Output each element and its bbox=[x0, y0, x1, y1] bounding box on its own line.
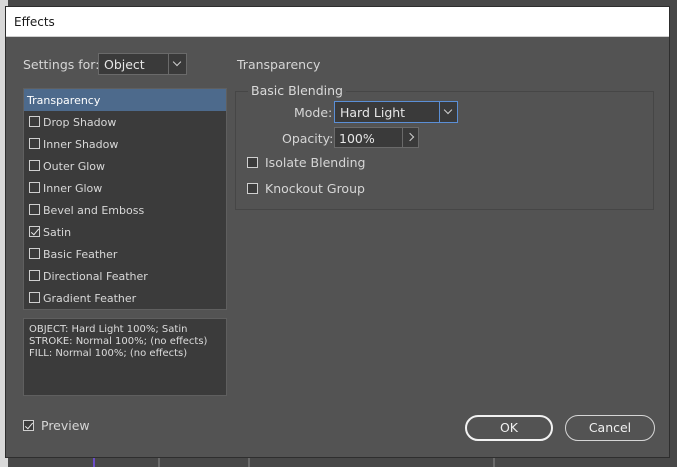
list-item-transparency[interactable]: Transparency bbox=[24, 89, 226, 111]
mode-select[interactable]: Hard Light bbox=[334, 101, 458, 123]
list-item-outer-glow[interactable]: Outer Glow bbox=[24, 155, 226, 177]
effects-summary: OBJECT: Hard Light 100%; Satin STROKE: N… bbox=[23, 318, 227, 396]
effects-dialog: Effects Settings for: Object Transparenc… bbox=[5, 6, 670, 458]
ok-button[interactable]: OK bbox=[465, 415, 553, 441]
list-item-label: Inner Glow bbox=[43, 182, 103, 195]
satin-checkbox[interactable] bbox=[29, 226, 40, 237]
title-bar[interactable]: Effects bbox=[6, 7, 669, 37]
isolate-blending-checkbox[interactable] bbox=[247, 157, 258, 168]
list-item-label: Satin bbox=[43, 226, 72, 239]
opacity-slider-button[interactable] bbox=[402, 127, 419, 148]
list-item-directional-feather[interactable]: Directional Feather bbox=[24, 265, 226, 287]
group-title: Basic Blending bbox=[248, 83, 346, 98]
inner-glow-checkbox[interactable] bbox=[29, 182, 40, 193]
list-item-gradient-feather[interactable]: Gradient Feather bbox=[24, 287, 226, 309]
summary-line-stroke: STROKE: Normal 100%; (no effects) bbox=[29, 336, 208, 347]
drop-shadow-checkbox[interactable] bbox=[29, 116, 40, 127]
panel-heading: Transparency bbox=[237, 57, 321, 72]
list-item-satin[interactable]: Satin bbox=[24, 221, 226, 243]
mode-label: Mode: bbox=[294, 105, 333, 120]
chevron-down-icon bbox=[168, 54, 186, 74]
list-item-inner-glow[interactable]: Inner Glow bbox=[24, 177, 226, 199]
bevel-and-emboss-checkbox[interactable] bbox=[29, 204, 40, 215]
knockout-group-label: Knockout Group bbox=[265, 181, 365, 196]
chevron-right-icon bbox=[405, 132, 415, 142]
dialog-title: Effects bbox=[14, 15, 55, 29]
list-item-basic-feather[interactable]: Basic Feather bbox=[24, 243, 226, 265]
cancel-button[interactable]: Cancel bbox=[565, 415, 655, 441]
list-item-label: Drop Shadow bbox=[43, 116, 117, 129]
inner-shadow-checkbox[interactable] bbox=[29, 138, 40, 149]
list-item-inner-shadow[interactable]: Inner Shadow bbox=[24, 133, 226, 155]
preview-checkbox[interactable] bbox=[23, 420, 34, 431]
list-item-bevel-and-emboss[interactable]: Bevel and Emboss bbox=[24, 199, 226, 221]
effects-list: Transparency Drop Shadow Inner Shadow Ou… bbox=[23, 88, 227, 310]
outer-glow-checkbox[interactable] bbox=[29, 160, 40, 171]
isolate-blending-label: Isolate Blending bbox=[265, 155, 366, 170]
settings-for-select[interactable]: Object bbox=[98, 53, 187, 75]
summary-line-object: OBJECT: Hard Light 100%; Satin bbox=[29, 324, 188, 335]
mode-value: Hard Light bbox=[340, 105, 406, 120]
list-item-label: Bevel and Emboss bbox=[43, 204, 145, 217]
list-item-label: Inner Shadow bbox=[43, 138, 119, 151]
gradient-feather-checkbox[interactable] bbox=[29, 292, 40, 303]
opacity-input[interactable]: 100% bbox=[334, 127, 404, 148]
list-item-label: Transparency bbox=[27, 94, 101, 107]
summary-line-fill: FILL: Normal 100%; (no effects) bbox=[29, 348, 188, 359]
settings-for-label: Settings for: bbox=[23, 57, 100, 72]
list-item-label: Gradient Feather bbox=[43, 292, 137, 305]
chevron-down-icon bbox=[439, 102, 457, 122]
knockout-group-checkbox[interactable] bbox=[247, 183, 258, 194]
settings-for-value: Object bbox=[104, 57, 145, 72]
preview-label: Preview bbox=[41, 418, 90, 433]
opacity-label: Opacity: bbox=[282, 131, 334, 146]
directional-feather-checkbox[interactable] bbox=[29, 270, 40, 281]
list-item-label: Basic Feather bbox=[43, 248, 118, 261]
list-item-label: Directional Feather bbox=[43, 270, 148, 283]
list-item-label: Outer Glow bbox=[43, 160, 106, 173]
opacity-value: 100% bbox=[339, 131, 375, 146]
basic-feather-checkbox[interactable] bbox=[29, 248, 40, 259]
list-item-drop-shadow[interactable]: Drop Shadow bbox=[24, 111, 226, 133]
